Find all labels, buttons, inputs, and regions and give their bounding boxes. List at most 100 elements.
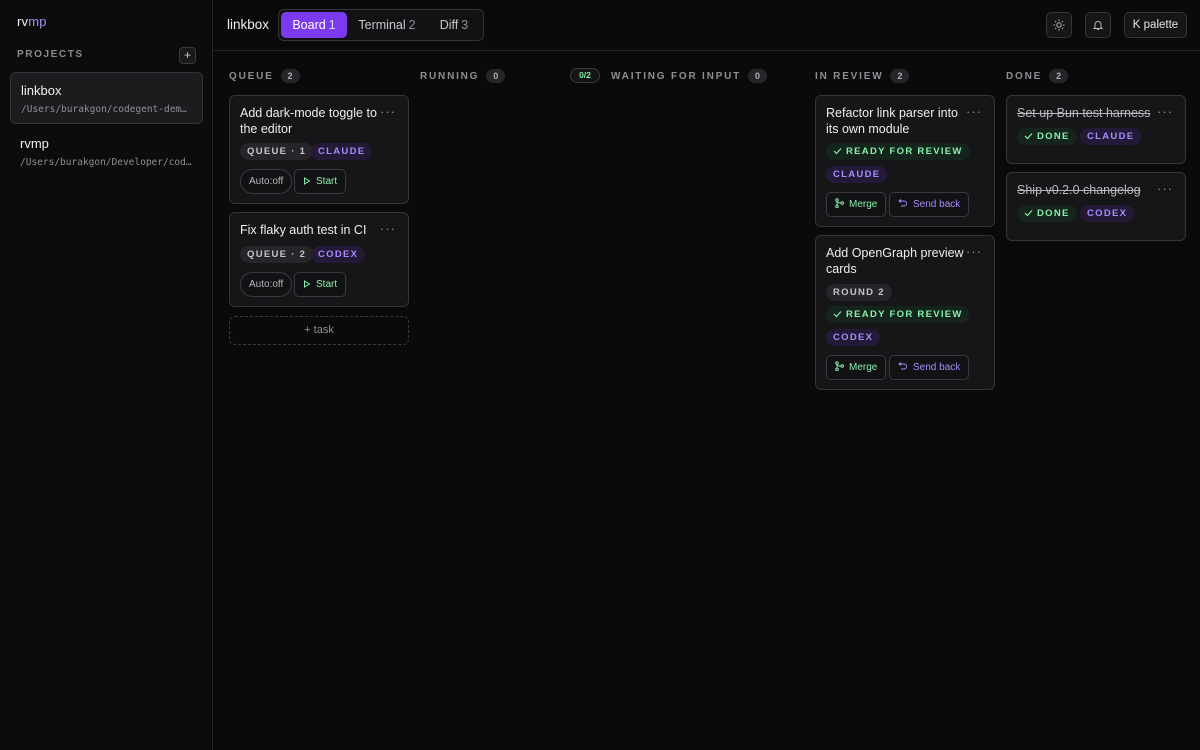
add-project-button[interactable]: +	[179, 47, 196, 64]
agent-badge: CODEX	[311, 246, 366, 263]
badge-label: READY FOR REVIEW	[846, 309, 963, 320]
plus-icon: +	[183, 48, 191, 62]
start-label: Start	[316, 279, 338, 290]
start-button[interactable]: Start	[294, 272, 347, 297]
merge-label: Merge	[849, 362, 878, 373]
merge-button[interactable]: Merge	[826, 355, 887, 380]
tab-count: 1	[328, 18, 336, 32]
task-card[interactable]: Set up Bun test harness ··· DONE CLAUDE	[1006, 95, 1186, 164]
git-merge-icon	[835, 198, 844, 209]
send-back-button[interactable]: Send back	[889, 355, 970, 380]
task-card[interactable]: Fix flaky auth test in CI ··· QUEUE · 2 …	[229, 212, 409, 307]
view-tabs: Board 1 Terminal 2 Diff 3	[278, 9, 484, 41]
page-title: linkbox	[227, 17, 270, 32]
task-card[interactable]: Add dark-mode toggle to the editor ··· Q…	[229, 95, 409, 204]
column-header-waiting: WAITING FOR INPUT 0	[611, 69, 768, 83]
project-path: /Users/burakgon/codegent-demo…	[21, 104, 192, 115]
app-logo: rvmp	[17, 14, 47, 29]
task-title: Add OpenGraph preview cards	[826, 246, 964, 276]
sun-icon	[1053, 19, 1065, 31]
column-count: 0	[748, 69, 768, 83]
check-icon	[1024, 210, 1033, 217]
check-icon	[833, 148, 842, 155]
send-back-label: Send back	[913, 362, 961, 373]
play-icon	[304, 177, 311, 185]
start-button[interactable]: Start	[294, 169, 347, 194]
git-merge-icon	[835, 361, 844, 372]
tab-count: 3	[461, 18, 469, 32]
return-arrow-icon	[898, 362, 907, 370]
merge-button[interactable]: Merge	[826, 192, 887, 217]
tab-diff[interactable]: Diff 3	[427, 12, 481, 38]
column-title: RUNNING	[420, 70, 480, 82]
sidebar-item-linkbox[interactable]: linkbox /Users/burakgon/codegent-demo…	[10, 72, 203, 124]
task-title: Ship v0.2.0 changelog	[1017, 183, 1141, 197]
play-icon	[304, 280, 311, 288]
task-title: Set up Bun test harness	[1017, 106, 1151, 120]
more-options-icon[interactable]: ···	[380, 221, 396, 236]
more-options-icon[interactable]: ···	[966, 104, 982, 119]
ready-for-review-badge: READY FOR REVIEW	[826, 143, 970, 160]
column-count: 2	[280, 69, 300, 83]
brand-part-1: rv	[17, 14, 29, 29]
badge-label: READY FOR REVIEW	[846, 146, 963, 157]
tab-board[interactable]: Board 1	[281, 12, 347, 38]
badge-label: DONE	[1037, 208, 1070, 219]
column-title: IN REVIEW	[815, 70, 884, 82]
add-task-button[interactable]: + task	[229, 316, 409, 345]
column-count: 2	[1049, 69, 1069, 83]
sidebar: rvmp PROJECTS + linkbox /Users/burakgon/…	[0, 0, 213, 750]
notifications-button[interactable]	[1085, 12, 1111, 38]
command-palette-button[interactable]: K palette	[1124, 12, 1187, 38]
send-back-button[interactable]: Send back	[889, 192, 970, 217]
merge-label: Merge	[849, 199, 878, 210]
projects-heading: PROJECTS	[17, 49, 84, 60]
column-title: QUEUE	[229, 70, 274, 82]
agent-badge: CLAUDE	[1080, 128, 1142, 145]
more-options-icon[interactable]: ···	[380, 104, 396, 119]
column-header-running: RUNNING 0	[420, 69, 506, 83]
send-back-label: Send back	[913, 199, 961, 210]
task-card[interactable]: Ship v0.2.0 changelog ··· DONE CODEX	[1006, 172, 1186, 241]
queue-position-badge: QUEUE · 2	[240, 246, 314, 263]
tab-label: Board	[292, 18, 326, 32]
agent-badge: CLAUDE	[311, 143, 373, 160]
task-title: Refactor link parser into its own module	[826, 106, 959, 136]
tab-label: Diff	[439, 18, 459, 32]
bell-icon	[1092, 21, 1104, 30]
column-header-queue: QUEUE 2	[229, 69, 300, 83]
theme-toggle-button[interactable]	[1046, 12, 1072, 38]
check-icon	[833, 311, 842, 318]
task-card[interactable]: Add OpenGraph preview cards ··· ROUND 2 …	[815, 235, 995, 390]
task-title: Fix flaky auth test in CI	[240, 223, 367, 237]
top-bar: linkbox Board 1 Terminal 2 Diff 3 K palette	[214, 0, 1200, 51]
column-title: WAITING FOR INPUT	[611, 70, 742, 82]
column-header-in-review: IN REVIEW 2	[815, 69, 910, 83]
more-options-icon[interactable]: ···	[1157, 181, 1173, 196]
project-name: linkbox	[21, 83, 62, 98]
column-header-done: DONE 2	[1006, 69, 1069, 83]
done-badge: DONE	[1017, 128, 1077, 145]
project-path: /Users/burakgon/Developer/cod…	[20, 157, 192, 168]
queue-position-badge: QUEUE · 1	[240, 143, 314, 160]
sidebar-item-rvmp[interactable]: rvmp /Users/burakgon/Developer/cod…	[10, 126, 203, 178]
auto-toggle-button[interactable]: Auto:off	[240, 169, 293, 194]
more-options-icon[interactable]: ···	[1157, 104, 1173, 119]
auto-toggle-button[interactable]: Auto:off	[240, 272, 293, 297]
column-title: DONE	[1006, 70, 1043, 82]
brand-part-2: mp	[28, 14, 47, 29]
return-arrow-icon	[898, 199, 907, 207]
start-label: Start	[316, 176, 338, 187]
done-badge: DONE	[1017, 205, 1077, 222]
agent-badge: CODEX	[1080, 205, 1135, 222]
column-count: 0	[486, 69, 506, 83]
waiting-ratio-badge: 0/2	[570, 68, 600, 83]
agent-badge: CLAUDE	[826, 166, 888, 183]
more-options-icon[interactable]: ···	[966, 244, 982, 259]
tab-terminal[interactable]: Terminal 2	[349, 12, 425, 38]
badge-label: DONE	[1037, 131, 1070, 142]
project-name: rvmp	[20, 136, 49, 151]
round-badge: ROUND 2	[826, 284, 892, 301]
task-card[interactable]: Refactor link parser into its own module…	[815, 95, 995, 227]
column-count: 2	[890, 69, 910, 83]
